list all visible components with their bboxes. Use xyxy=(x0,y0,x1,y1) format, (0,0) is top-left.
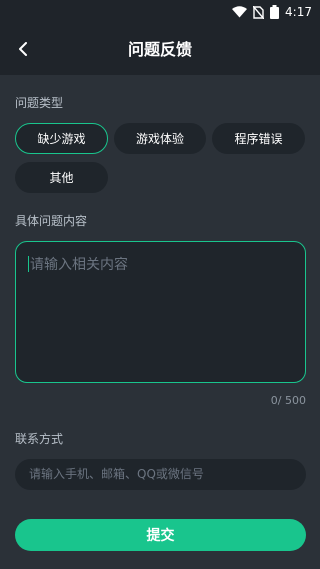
contact-input[interactable]: 请输入手机、邮箱、QQ或微信号 xyxy=(15,459,306,490)
status-time: 4:17 xyxy=(285,5,312,19)
no-sim-icon xyxy=(253,5,265,19)
chip-missing-game[interactable]: 缺少游戏 xyxy=(15,123,108,154)
status-icons: 4:17 xyxy=(232,0,312,24)
details-textarea[interactable]: 请输入相关内容 xyxy=(15,241,306,383)
chip-game-experience[interactable]: 游戏体验 xyxy=(114,123,206,154)
chip-label: 缺少游戏 xyxy=(37,132,86,146)
chevron-left-icon xyxy=(19,42,27,56)
text-caret xyxy=(28,256,29,272)
page-title: 问题反馈 xyxy=(127,40,192,59)
back-button[interactable] xyxy=(10,36,36,62)
contact-placeholder: 请输入手机、邮箱、QQ或微信号 xyxy=(29,467,204,481)
details-placeholder: 请输入相关内容 xyxy=(30,257,128,273)
status-bar: 4:17 xyxy=(0,0,320,24)
chip-label: 程序错误 xyxy=(234,132,283,146)
submit-label: 提交 xyxy=(146,528,175,544)
chip-label: 其他 xyxy=(49,171,74,185)
problem-type-label: 问题类型 xyxy=(15,96,64,110)
contact-label: 联系方式 xyxy=(15,432,64,446)
battery-icon xyxy=(270,5,280,19)
chip-other[interactable]: 其他 xyxy=(15,162,108,193)
chip-program-error[interactable]: 程序错误 xyxy=(212,123,305,154)
details-label: 具体问题内容 xyxy=(15,214,88,228)
character-counter: 0/ 500 xyxy=(270,394,306,407)
wifi-icon xyxy=(232,6,248,18)
top-bar: 问题反馈 xyxy=(0,24,320,75)
chip-label: 游戏体验 xyxy=(135,132,184,146)
submit-button[interactable]: 提交 xyxy=(15,519,306,551)
